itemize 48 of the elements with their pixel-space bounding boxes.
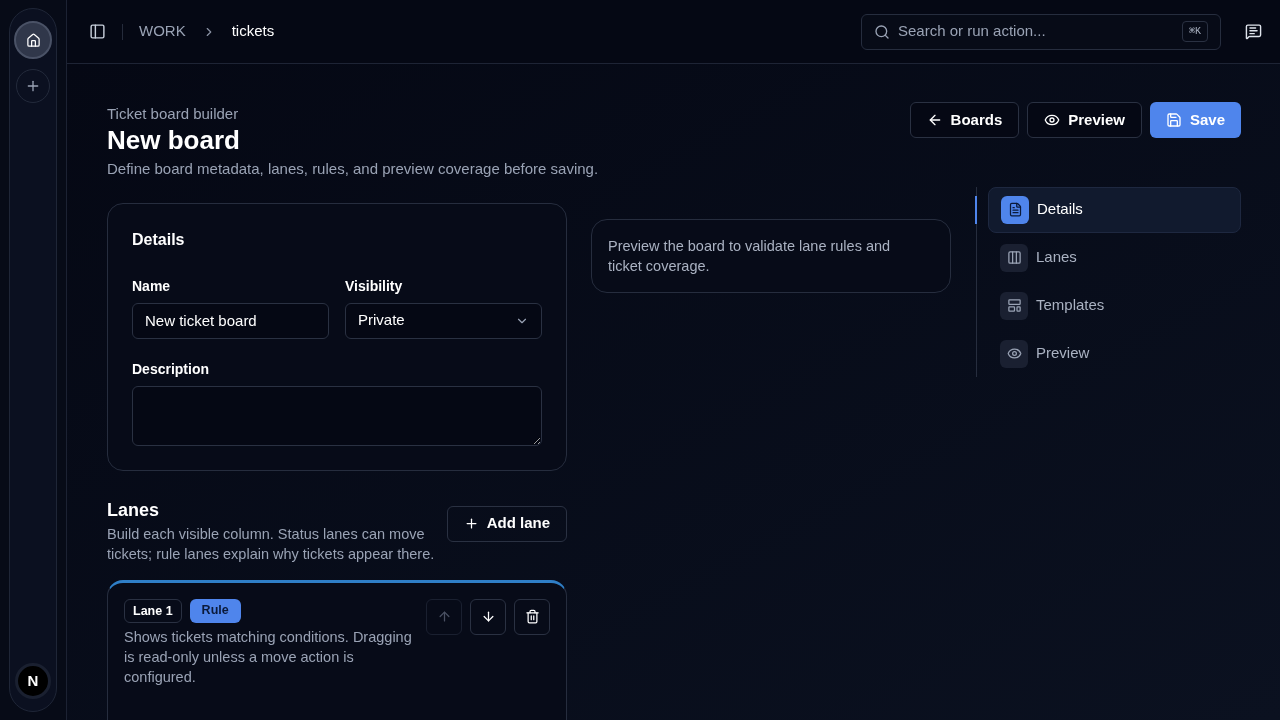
lane-number-badge: Lane 1 — [124, 598, 182, 624]
field-label: Visibility — [345, 276, 404, 296]
delete-button[interactable] — [514, 598, 550, 635]
back-button[interactable]: Boards — [909, 102, 1020, 138]
field-label: Description — [132, 359, 210, 379]
active-indicator — [975, 195, 977, 224]
sidebar-icon — [89, 23, 106, 40]
section-nav-item[interactable]: Templates — [988, 282, 1241, 329]
home-button[interactable] — [14, 21, 52, 59]
lane-description: Shows tickets matching conditions. Dragging is read-only unless a move action is configured. — [124, 628, 413, 688]
page-eyebrow: Ticket board builder — [107, 104, 240, 124]
document-icon — [1007, 202, 1023, 217]
description-field[interactable] — [132, 385, 542, 446]
layout-icon — [1006, 298, 1022, 313]
add-lane-button[interactable]: Add lane — [446, 505, 567, 542]
section-nav-item[interactable]: Preview — [988, 330, 1241, 377]
chat-icon — [1245, 23, 1262, 40]
search-icon — [874, 23, 890, 40]
trash-icon — [524, 609, 540, 624]
eye-icon — [1044, 112, 1061, 128]
home-icon — [25, 32, 41, 48]
save-button[interactable]: Save — [1149, 102, 1241, 138]
section-description: Build each visible column. Status lanes can move tickets; rule lanes explain why tickets appear there. — [107, 524, 436, 564]
shortcut-key: ⌘K — [1181, 21, 1208, 42]
avatar[interactable]: N — [15, 663, 51, 699]
preview-button[interactable]: Preview — [1027, 102, 1142, 138]
preview-note: Preview the board to validate lane rules and ticket coverage. — [591, 218, 951, 293]
plus-icon — [25, 78, 41, 94]
lane-type-badge: Rule — [189, 598, 241, 624]
name-field[interactable]: New ticket board — [132, 302, 329, 339]
field-label: Name — [132, 276, 172, 296]
move-down-button[interactable] — [470, 598, 506, 635]
section-title: Lanes — [107, 498, 161, 522]
plus-icon — [463, 516, 479, 531]
breadcrumb-link[interactable]: WORK — [139, 20, 186, 43]
page-subtitle: Define board metadata, lanes, rules, and preview coverage before saving. — [107, 159, 599, 179]
section-nav-item[interactable]: Details — [988, 186, 1241, 233]
breadcrumb-current: tickets — [231, 21, 275, 42]
eye-icon — [1006, 346, 1022, 361]
search-input[interactable]: Search or run action... — [898, 20, 1174, 43]
arrow-down-icon — [480, 609, 496, 624]
page-title: New board — [107, 124, 241, 156]
visibility-select[interactable]: Private — [345, 302, 542, 339]
section-nav-item[interactable]: Lanes — [988, 234, 1241, 281]
search-field[interactable]: Search or run action... ⌘K — [861, 13, 1221, 50]
card-title: Details — [132, 229, 186, 250]
columns-icon — [1006, 250, 1022, 265]
chat-button[interactable] — [1245, 23, 1262, 40]
